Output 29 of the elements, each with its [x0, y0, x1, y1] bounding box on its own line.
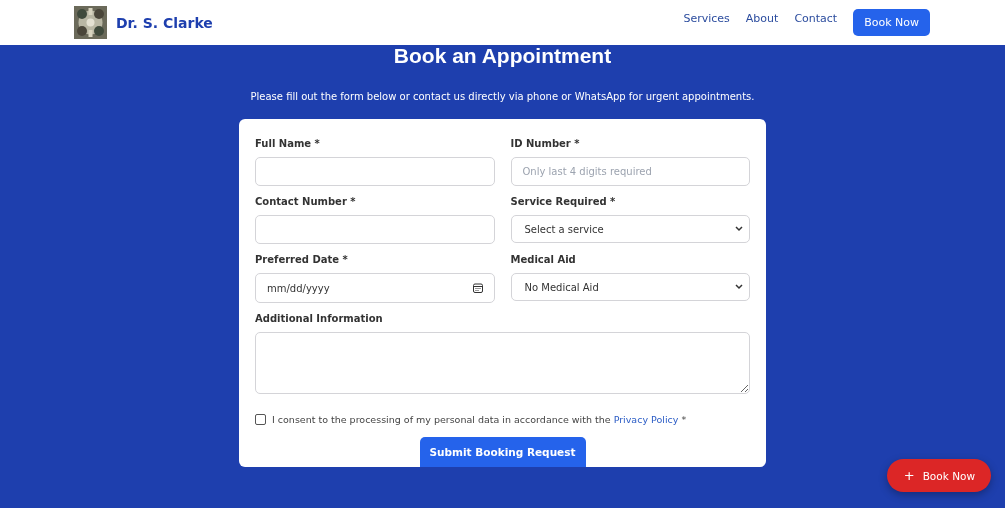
field-label: Preferred Date *: [255, 254, 349, 267]
date-field[interactable]: mm/dd/yyyy: [255, 273, 495, 303]
select-field[interactable]: No Medical Aid: [510, 273, 750, 301]
chevron-down-icon: [735, 226, 743, 232]
consent-text: I consent to the processing of my personal data in accordance with the Privacy Policy *: [272, 414, 687, 425]
nav-link[interactable]: Services: [683, 11, 730, 25]
intro-text: Please fill out the form below or contact us directly via phone or WhatsApp for urgent appointments.: [249, 91, 756, 102]
select-field[interactable]: Select a service: [510, 215, 750, 243]
book-now-button[interactable]: Book Now: [853, 9, 930, 36]
input-field[interactable]: [255, 157, 495, 186]
textarea-field[interactable]: [255, 332, 750, 394]
input-field[interactable]: [255, 215, 495, 244]
consent-checkbox[interactable]: [255, 414, 266, 425]
field-label: Additional Information: [255, 313, 384, 326]
calendar-icon: [472, 283, 483, 293]
input-field[interactable]: Only last 4 digits required: [510, 157, 750, 186]
submit-button[interactable]: Submit Booking Request: [419, 437, 586, 467]
nav-link[interactable]: About: [745, 11, 779, 25]
privacy-policy-link[interactable]: Privacy Policy: [613, 414, 679, 425]
nav-link[interactable]: Contact: [794, 11, 838, 25]
page-title: Book an Appointment: [392, 45, 613, 67]
field-label: ID Number *: [510, 138, 581, 151]
chevron-down-icon: [735, 284, 743, 290]
field-label: Full Name *: [255, 138, 321, 151]
brand-name[interactable]: Dr. S. Clarke: [116, 14, 213, 31]
field-label: Contact Number *: [255, 196, 357, 209]
field-label: Service Required *: [510, 196, 617, 209]
field-label: Medical Aid: [510, 254, 577, 267]
floating-book-button[interactable]: + Book Now: [886, 459, 991, 492]
